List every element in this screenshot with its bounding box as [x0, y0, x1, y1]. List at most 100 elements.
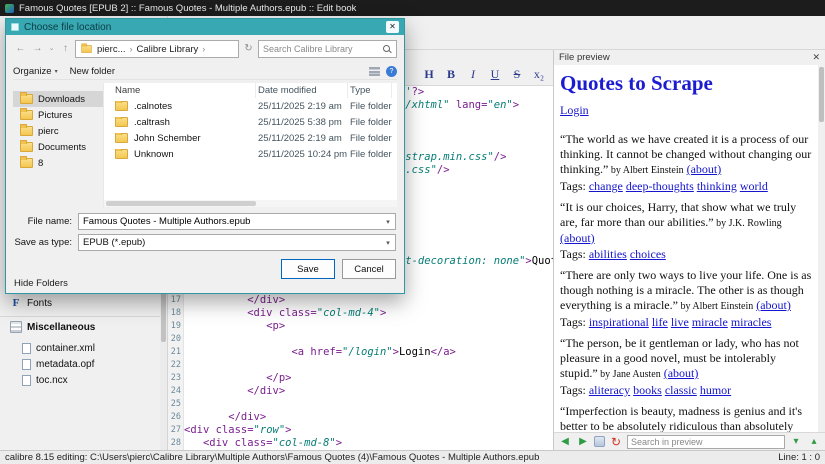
help-icon[interactable]: ?: [386, 65, 397, 77]
history-dropdown-icon[interactable]: ⌄: [47, 41, 56, 57]
file-browser-item-container.xml[interactable]: container.xml: [22, 340, 157, 356]
new-folder-button[interactable]: New folder: [70, 66, 115, 77]
refresh-preview-icon[interactable]: ↻: [609, 435, 623, 449]
about-link[interactable]: (about): [664, 366, 699, 380]
miscellaneous-label: Miscellaneous: [27, 321, 96, 333]
preview-scrollbar[interactable]: [818, 65, 825, 432]
code-text[interactable]: <p>: [184, 320, 285, 333]
tag-link-inspirational[interactable]: inspirational: [589, 315, 649, 329]
format-button-4[interactable]: S: [509, 67, 525, 82]
code-text[interactable]: <div class="col-md-8">: [184, 437, 342, 450]
code-text[interactable]: </div>: [184, 411, 266, 424]
file-row[interactable]: John Schember 25/11/2025 2:19 am File fold…: [104, 130, 397, 146]
back-icon[interactable]: ←: [13, 41, 28, 57]
find-next-icon[interactable]: ▾: [789, 435, 803, 449]
file-type: File folder: [350, 100, 392, 112]
line-number: 17: [170, 295, 181, 305]
place-item-8[interactable]: 8: [13, 155, 103, 171]
save-type-combo[interactable]: EPUB (*.epub) ▾: [78, 234, 396, 251]
tag-link-life[interactable]: life: [652, 315, 668, 329]
about-link[interactable]: (about): [687, 162, 722, 176]
breadcrumb-calibre-library[interactable]: Calibre Library: [137, 44, 199, 55]
forward-icon[interactable]: →: [30, 41, 45, 57]
refresh-icon[interactable]: ↻: [241, 41, 256, 57]
tag-link-books[interactable]: books: [633, 383, 662, 397]
save-type-value: EPUB (*.epub): [83, 237, 146, 248]
file-row[interactable]: .caltrash 25/11/2025 5:38 pm File folder: [104, 114, 397, 130]
format-button-1[interactable]: B: [443, 67, 459, 82]
file-browser-item-metadata.opf[interactable]: metadata.opf: [22, 356, 157, 372]
horizontal-scrollbar[interactable]: [104, 200, 397, 207]
file-browser-item-toc.ncx[interactable]: toc.ncx: [22, 372, 157, 388]
tag-link-aliteracy[interactable]: aliteracy: [589, 383, 630, 397]
preview-content[interactable]: Quotes to Scrape Login “The world as we …: [554, 65, 818, 432]
chevron-down-icon[interactable]: ▾: [381, 239, 395, 247]
place-item-downloads[interactable]: Downloads: [13, 91, 103, 107]
about-link[interactable]: (about): [560, 231, 595, 245]
code-text[interactable]: <div class="col-md-4">: [184, 307, 386, 320]
folder-icon: [115, 148, 128, 159]
code-line: 20: [168, 333, 553, 346]
tag-link-classic[interactable]: classic: [665, 383, 697, 397]
view-icon[interactable]: [369, 66, 380, 76]
code-token: Quotes to Scrape: [531, 255, 553, 267]
tag-link-thinking[interactable]: thinking: [697, 179, 737, 193]
preview-search-input[interactable]: [627, 434, 785, 449]
login-link[interactable]: Login: [560, 103, 589, 117]
code-text[interactable]: </p>: [184, 372, 291, 385]
tag-link-choices[interactable]: choices: [630, 247, 666, 261]
column-header-type[interactable]: Type: [348, 83, 392, 98]
file-browser-category-fonts[interactable]: F Fonts: [10, 297, 52, 309]
tag-link-world[interactable]: world: [740, 179, 768, 193]
scrollbar-thumb[interactable]: [106, 201, 256, 206]
chevron-down-icon[interactable]: ▾: [381, 218, 395, 226]
breadcrumb[interactable]: pierc... › Calibre Library ›: [75, 40, 239, 58]
column-header-date-modified[interactable]: Date modified: [256, 83, 348, 98]
file-row[interactable]: Unknown 25/11/2025 10:24 pm File folder: [104, 146, 397, 162]
place-item-pierc[interactable]: pierc: [13, 123, 103, 139]
about-link[interactable]: (about): [756, 298, 791, 312]
dialog-search-input[interactable]: [259, 41, 396, 57]
save-button[interactable]: Save: [281, 259, 335, 279]
sync-right-icon[interactable]: ▶: [576, 435, 590, 449]
format-button-3[interactable]: U: [487, 67, 503, 82]
place-item-pictures[interactable]: Pictures: [13, 107, 103, 123]
format-button-0[interactable]: H: [421, 67, 437, 82]
scrollbar-thumb[interactable]: [819, 67, 824, 122]
code-text[interactable]: <div class="row">: [184, 424, 291, 437]
sync-left-icon[interactable]: ◀: [558, 435, 572, 449]
close-preview-icon[interactable]: ✕: [812, 52, 820, 63]
file-browser-category-miscellaneous[interactable]: Miscellaneous: [10, 321, 95, 333]
format-button-5[interactable]: x₂: [531, 67, 547, 82]
tag-link-change[interactable]: change: [589, 179, 623, 193]
breadcrumb-root[interactable]: pierc...: [97, 44, 126, 55]
line-number: 28: [170, 438, 181, 448]
tag-link-miracle[interactable]: miracle: [692, 315, 728, 329]
column-header-name[interactable]: Name: [104, 83, 256, 98]
place-label: Downloads: [38, 93, 85, 105]
file-name-input[interactable]: [79, 214, 381, 229]
file-row[interactable]: .calnotes 25/11/2025 2:19 am File folder: [104, 98, 397, 114]
tag-link-abilities[interactable]: abilities: [589, 247, 627, 261]
file-name-combo[interactable]: ▾: [78, 213, 396, 230]
hide-folders-button[interactable]: Hide Folders: [14, 278, 68, 289]
up-icon[interactable]: ↑: [58, 41, 73, 57]
code-text[interactable]: </div>: [184, 385, 285, 398]
file-browser-items: container.xml metadata.opf toc.ncx: [22, 340, 157, 388]
code-token: "col-md-4": [316, 307, 380, 319]
tag-link-humor[interactable]: humor: [700, 383, 731, 397]
grid-icon[interactable]: [594, 436, 605, 447]
place-item-documents[interactable]: Documents: [13, 139, 103, 155]
dialog-close-icon[interactable]: ✕: [386, 21, 399, 33]
tag-link-live[interactable]: live: [671, 315, 689, 329]
format-button-2[interactable]: I: [465, 67, 481, 82]
tag-link-miracles[interactable]: miracles: [731, 315, 772, 329]
find-prev-icon[interactable]: ▴: [807, 435, 821, 449]
code-text[interactable]: <a href="/login">Login</a>: [184, 346, 455, 359]
tag-link-deep-thoughts[interactable]: deep-thoughts: [626, 179, 694, 193]
quote-block: “There are only two ways to live your li…: [560, 268, 812, 314]
cancel-button[interactable]: Cancel: [342, 259, 396, 279]
organize-button[interactable]: Organize ▾: [13, 66, 58, 77]
code-text[interactable]: </div>: [184, 294, 285, 307]
